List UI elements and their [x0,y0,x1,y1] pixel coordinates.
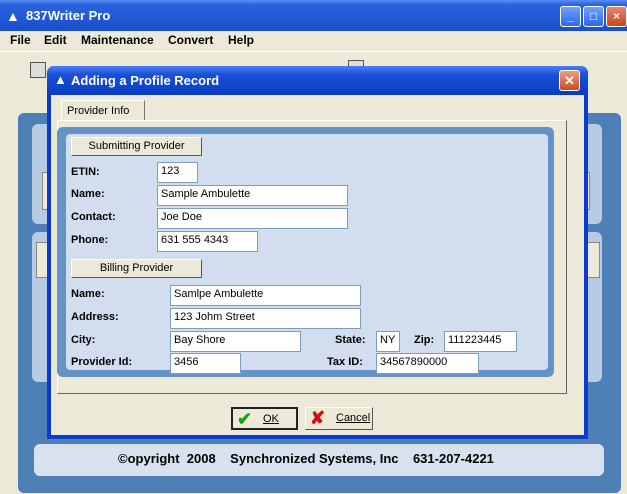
submitting-name-field[interactable]: Sample Ambulette [157,185,348,206]
app-close-button[interactable]: × [606,6,627,27]
contact-field[interactable]: Joe Doe [157,208,348,229]
profile-dialog: ▲ Adding a Profile Record ✕ Provider Inf… [47,66,588,439]
tax-id-field[interactable]: 34567890000 [376,353,479,374]
billing-name-label: Name: [71,288,105,300]
dialog-close-button[interactable]: ✕ [559,70,580,91]
checkmark-icon: ✔ [237,409,253,429]
copyright-text: ©opyright 2008 Synchronized Systems, Inc… [118,451,494,466]
menu-maintenance[interactable]: Maintenance [81,33,154,47]
state-field[interactable]: NY [376,331,400,352]
ok-button[interactable]: ✔ OK [231,407,298,430]
minimize-button[interactable]: _ [560,6,581,27]
maximize-button[interactable]: □ [583,6,604,27]
contact-label: Contact: [71,211,116,223]
toolbar-icon[interactable] [30,62,46,78]
phone-label: Phone: [71,234,109,246]
zip-field[interactable]: 111223445 [444,331,517,352]
app-titlebar[interactable]: ▲ 837Writer Pro _ □ × [0,0,627,31]
tab-provider-info[interactable]: Provider Info [61,100,145,121]
city-field[interactable]: Bay Shore [170,331,301,352]
city-label: City: [71,334,96,346]
ok-label: OK [263,413,279,425]
zip-label: Zip: [414,334,435,346]
submitting-name-label: Name: [71,188,105,200]
tab-label: Provider Info [67,105,130,117]
phone-field[interactable]: 631 555 4343 [157,231,258,252]
state-label: State: [335,334,366,346]
etin-label: ETIN: [71,166,100,178]
menu-convert[interactable]: Convert [168,33,213,47]
provider-id-field[interactable]: 3456 [170,353,241,374]
dialog-titlebar[interactable]: ▲ Adding a Profile Record ✕ [47,66,588,95]
app-wizard-icon: ▲ [6,8,20,24]
provider-id-label: Provider Id: [71,356,133,368]
menu-help[interactable]: Help [228,33,254,47]
app-title: 837Writer Pro [26,8,111,23]
etin-field[interactable]: 123 [157,162,198,183]
billing-name-field[interactable]: Samlpe Ambulette [170,285,361,306]
menu-bar: File Edit Maintenance Convert Help [0,31,627,51]
tax-id-label: Tax ID: [327,356,363,368]
submitting-provider-button[interactable]: Submitting Provider [71,137,202,156]
wizard-hat-icon: ▲ [54,72,67,87]
dialog-title: Adding a Profile Record [71,73,220,88]
red-x-icon: ✘ [310,408,326,428]
billing-provider-button[interactable]: Billing Provider [71,259,202,278]
menu-file[interactable]: File [10,33,31,47]
cancel-button[interactable]: ✘ Cancel [305,407,373,430]
address-field[interactable]: 123 Johm Street [170,308,361,329]
cancel-label: Cancel [336,412,371,424]
address-label: Address: [71,311,119,323]
menu-edit[interactable]: Edit [44,33,67,47]
dialog-body: Provider Info Submitting Provider ETIN: … [51,95,584,435]
